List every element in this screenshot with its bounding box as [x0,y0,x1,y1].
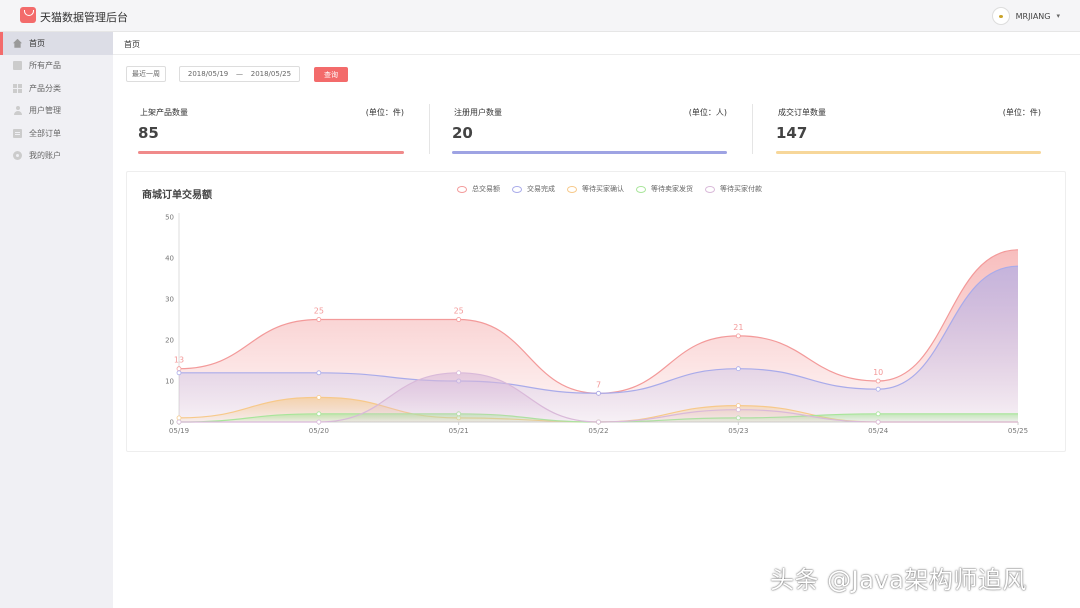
stat-bar [452,151,727,154]
data-point [596,390,601,396]
sidebar-item-label: 首页 [29,38,45,48]
data-label: 10 [873,368,883,377]
data-label: 25 [454,307,464,316]
sidebar-item-users[interactable]: 用户管理 [0,100,113,123]
data-point [316,394,322,400]
sidebar-item-home[interactable]: 首页 [0,32,113,55]
stat-card-users: 注册用户数量 (单位：人) 20 [452,104,727,154]
stat-value: 147 [776,124,808,142]
data-label: 13 [174,356,184,365]
sidebar-item-orders[interactable]: 全部订单 [0,122,113,145]
end-date[interactable]: 2018/05/25 [251,70,291,78]
stat-card-products: 上架产品数量 (单位：件) 85 [138,104,404,154]
y-tick-label: 30 [165,296,174,304]
breadcrumb-home[interactable]: 首页 [124,39,140,50]
x-tick-label: 05/21 [449,427,469,435]
data-label: 25 [314,307,324,316]
data-point [735,403,741,409]
data-point [735,366,741,372]
sidebar: 首页 所有产品 产品分类 用户管理 全部订单 我的账户 [0,32,113,608]
x-tick-label: 05/22 [588,427,608,435]
data-point [176,370,182,376]
data-point [316,317,322,322]
stat-title: 成交订单数量 [778,108,826,117]
user-menu[interactable]: MRJIANG ▾ [991,7,1060,25]
y-tick-label: 40 [165,255,174,263]
chart-card: 商城订单交易额 总交易额 交易完成 等待买家确认 等待卖家发货 等待买家付款 0 10 20… [126,171,1066,452]
data-point [875,411,881,417]
data-label: 7 [596,380,601,389]
recent-week-button[interactable]: 最近一周 [126,66,166,82]
chart-plot: 0 10 20 30 40 50 05/19 05/20 05/21 05/22 05/23 05/2… [165,213,1028,435]
divider [429,104,430,154]
divider [752,104,753,154]
date-separator: — [235,70,243,78]
stat-title: 上架产品数量 [140,108,188,117]
stat-card-orders: 成交订单数量 (单位：件) 147 [776,104,1041,154]
settings-icon [13,151,22,161]
y-tick-label: 10 [165,378,174,386]
product-icon [13,61,22,71]
stat-bar [138,151,404,154]
stat-unit: (单位：件) [1002,108,1041,117]
avatar[interactable] [991,7,1010,25]
data-point [456,317,462,322]
data-point [596,419,601,425]
watermark: 头条 @Java架构师追风 [770,566,1027,594]
data-point [875,419,881,425]
data-point [456,370,462,376]
data-point [316,419,322,425]
data-point [735,333,741,339]
sidebar-item-label: 所有产品 [29,61,61,71]
shopping-bag-logo-icon[interactable] [20,7,36,23]
stat-unit: (单位：人) [688,108,727,117]
x-tick-label: 05/25 [1008,427,1028,435]
home-icon [13,38,22,48]
query-button[interactable]: 查询 [314,67,348,82]
chevron-down-icon[interactable]: ▾ [1056,12,1060,20]
order-icon [13,128,22,138]
data-label: 21 [733,323,743,332]
x-tick-label: 05/23 [728,427,748,435]
app-title[interactable]: 天猫数据管理后台 [40,9,128,25]
data-point [176,366,182,372]
stat-value: 85 [138,124,159,142]
sidebar-item-account[interactable]: 我的账户 [0,145,113,168]
y-tick-label: 20 [165,337,174,345]
y-tick-label: 0 [170,419,174,427]
x-tick-label: 05/20 [309,427,329,435]
category-icon [13,83,22,93]
data-point [735,407,741,413]
data-point [875,378,881,384]
user-icon [13,106,22,116]
y-tick-label: 50 [165,214,174,222]
stat-bar [776,151,1041,154]
sidebar-item-label: 我的账户 [29,151,61,161]
sidebar-item-label: 用户管理 [29,106,61,116]
sidebar-item-categories[interactable]: 产品分类 [0,77,113,100]
stat-value: 20 [452,124,473,142]
username[interactable]: MRJIANG [1016,12,1051,21]
data-point [176,415,182,421]
date-range-picker[interactable]: 2018/05/19 — 2018/05/25 [179,66,300,82]
x-tick-label: 05/24 [868,427,889,435]
start-date[interactable]: 2018/05/19 [188,70,228,78]
stat-title: 注册用户数量 [454,108,502,117]
data-point [316,370,322,376]
breadcrumb: 首页 [113,32,1080,55]
x-tick-label: 05/19 [169,427,189,435]
sidebar-item-label: 产品分类 [29,83,61,93]
top-bar: 天猫数据管理后台 MRJIANG ▾ [0,0,1080,32]
stat-unit: (单位：件) [365,108,404,117]
data-point [316,411,322,417]
sidebar-item-products[interactable]: 所有产品 [0,55,113,78]
data-point [176,419,182,425]
data-point [875,386,881,392]
sidebar-item-label: 全部订单 [29,128,61,138]
